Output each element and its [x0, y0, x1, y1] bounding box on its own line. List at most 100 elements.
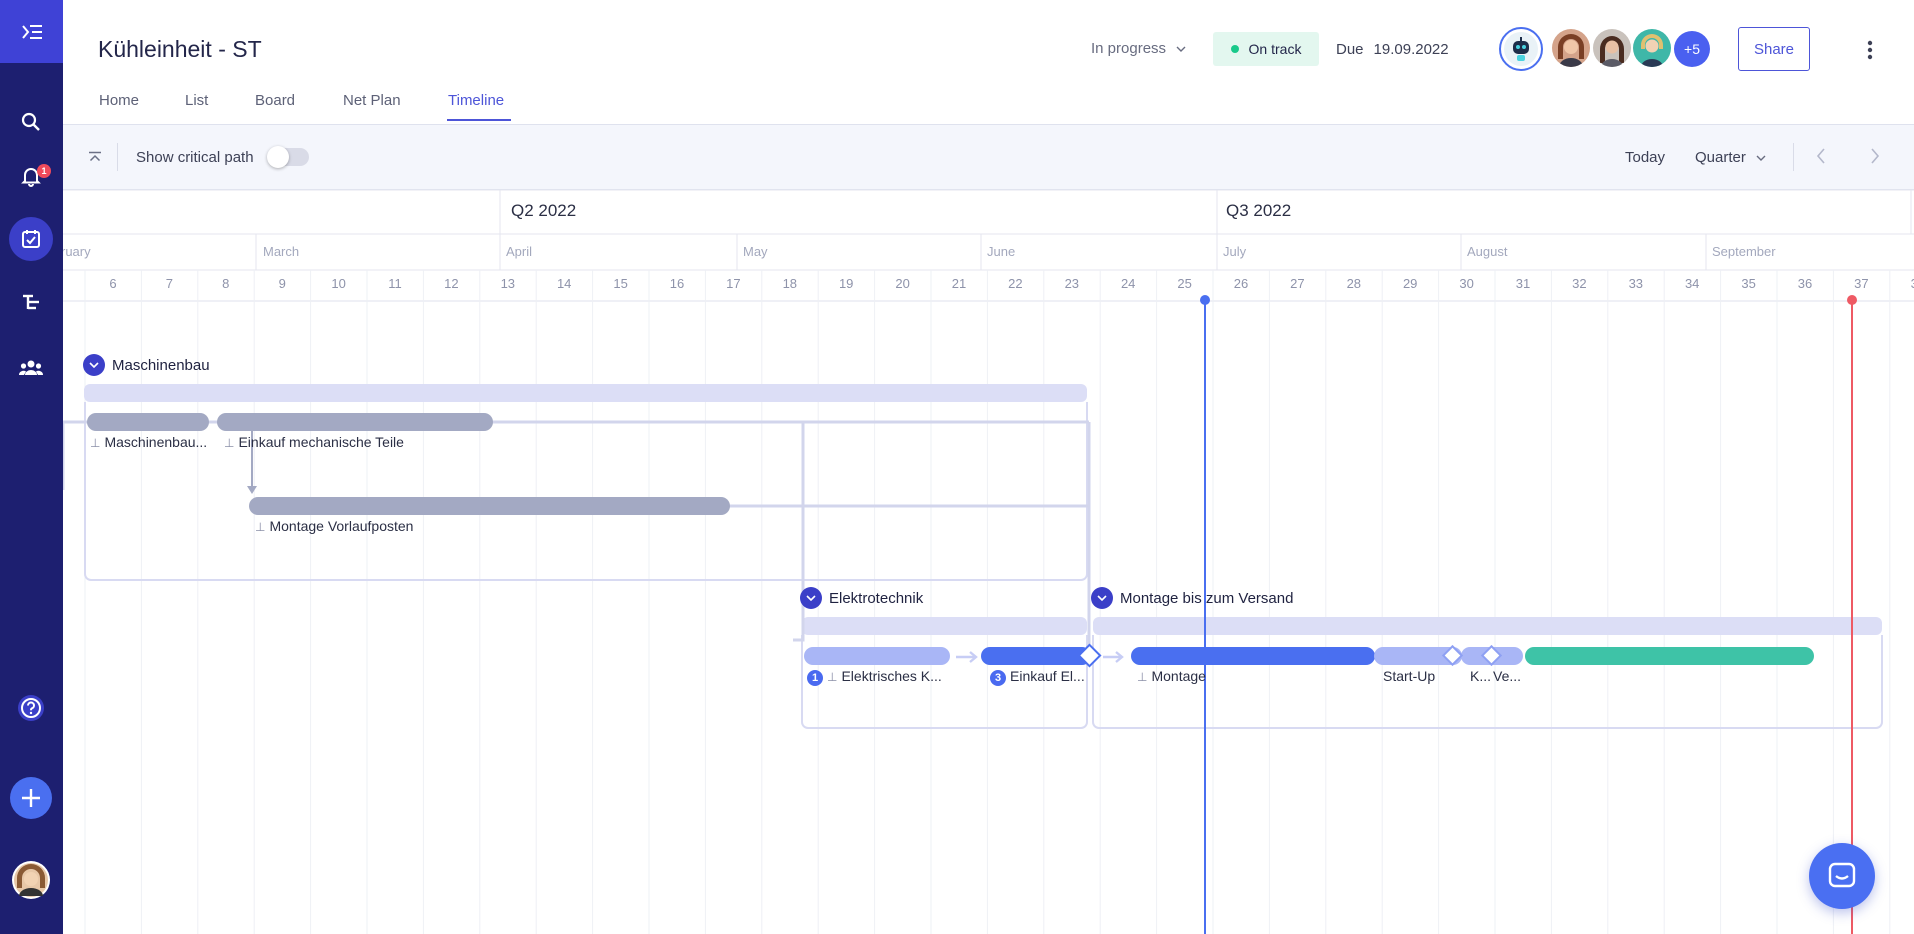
tab-list[interactable]: List	[185, 92, 208, 109]
health-badge[interactable]: On track	[1213, 32, 1319, 66]
week-label: 30	[1459, 276, 1474, 291]
task-label[interactable]: Start-Up	[1383, 668, 1435, 684]
more-options-button[interactable]	[1860, 38, 1880, 62]
week-label: 9	[278, 276, 286, 291]
profile-avatar-icon	[12, 861, 50, 899]
toolbar-divider	[117, 143, 118, 171]
member-avatar[interactable]	[1633, 29, 1671, 67]
collapse-all-button[interactable]	[85, 147, 105, 167]
week-label: 31	[1515, 276, 1531, 291]
timeline-view: Q2 2022 Q3 2022 ruary March April May Ju…	[63, 190, 1914, 934]
zoom-dropdown[interactable]: Quarter	[1695, 149, 1766, 166]
member-photo-icon	[1552, 29, 1590, 67]
chevron-down-icon[interactable]	[800, 587, 822, 609]
task-label[interactable]: ⊥ Montage Vorlaufposten	[255, 518, 413, 534]
pin-icon: ⊥	[90, 436, 101, 450]
week-label: 11	[388, 276, 402, 291]
chevron-down-icon	[1176, 46, 1186, 52]
search-button[interactable]	[9, 100, 53, 144]
user-avatar[interactable]	[9, 858, 53, 902]
week-label: 37	[1854, 276, 1869, 291]
pin-icon: ⊥	[827, 670, 838, 684]
week-label: 34	[1684, 276, 1700, 291]
left-rail: 1	[0, 0, 63, 934]
task-bar	[1131, 647, 1375, 665]
health-label: On track	[1248, 41, 1302, 57]
share-button[interactable]: Share	[1738, 27, 1810, 71]
month-label: September	[1712, 244, 1776, 259]
create-button[interactable]	[9, 776, 53, 820]
week-label: 35	[1741, 276, 1756, 291]
my-tasks-button[interactable]	[9, 217, 53, 261]
toolbar-divider	[1793, 143, 1794, 171]
group-bar-maschinenbau	[84, 384, 1087, 402]
month-label: June	[987, 244, 1016, 259]
group-montage-bis-zum-versand[interactable]: Montage bis zum Versand	[1091, 587, 1293, 609]
week-label: 10	[331, 276, 346, 291]
previous-period-button[interactable]	[1815, 147, 1827, 170]
menu-toggle-button[interactable]	[0, 0, 63, 63]
timeline-toolbar: Show critical path Today Quarter	[63, 125, 1914, 190]
zoom-value: Quarter	[1695, 149, 1746, 166]
group-bar-elektrotechnik	[802, 617, 1087, 635]
week-label: 20	[895, 276, 910, 291]
structure-button[interactable]	[9, 280, 53, 324]
tab-board[interactable]: Board	[255, 92, 295, 109]
week-label: 19	[838, 276, 854, 291]
kebab-menu-icon	[1867, 40, 1873, 60]
more-members-badge[interactable]: +5	[1674, 31, 1710, 67]
task-label[interactable]: 1 ⊥ Elektrisches K...	[807, 668, 942, 686]
week-label: 32	[1572, 276, 1587, 291]
week-label: 27	[1290, 276, 1305, 291]
tab-home[interactable]: Home	[99, 92, 139, 109]
bot-avatar[interactable]	[1499, 27, 1543, 71]
week-label: 21	[951, 276, 967, 291]
week-label: 12	[444, 276, 459, 291]
group-maschinenbau[interactable]: Maschinenbau	[83, 354, 210, 376]
month-label: April	[506, 244, 533, 259]
week-label: 28	[1346, 276, 1362, 291]
task-label[interactable]: K...	[1470, 668, 1491, 684]
chevron-down-icon[interactable]	[1091, 587, 1113, 609]
due-date[interactable]: Due 19.09.2022	[1336, 41, 1449, 58]
week-label: 29	[1402, 276, 1418, 291]
notifications-button[interactable]: 1	[9, 154, 53, 198]
task-label[interactable]: Ve...	[1493, 668, 1521, 684]
tab-net-plan[interactable]: Net Plan	[343, 92, 401, 109]
member-avatar[interactable]	[1552, 29, 1590, 67]
week-label: 14	[556, 276, 572, 291]
member-avatar[interactable]	[1593, 29, 1631, 67]
chevron-down-icon[interactable]	[83, 354, 105, 376]
group-elektrotechnik[interactable]: Elektrotechnik	[800, 587, 923, 609]
calendar-check-icon	[22, 230, 40, 248]
chat-support-button[interactable]	[1809, 843, 1875, 909]
health-dot	[1230, 45, 1239, 53]
next-period-button[interactable]	[1869, 147, 1881, 170]
help-button[interactable]	[9, 686, 53, 730]
quarter-label: Q3 2022	[1226, 201, 1292, 220]
week-label: 15	[613, 276, 628, 291]
tab-timeline[interactable]: Timeline	[448, 92, 504, 109]
count-badge: 1	[807, 670, 823, 686]
member-photo-icon	[1593, 29, 1631, 67]
status-dropdown[interactable]: In progress	[1091, 40, 1186, 57]
team-button[interactable]	[9, 346, 53, 390]
month-label: August	[1467, 244, 1508, 259]
quarter-label: Q2 2022	[511, 201, 577, 220]
task-label[interactable]: ⊥ Einkauf mechanische Teile	[224, 434, 404, 450]
due-label: Due	[1336, 41, 1364, 58]
task-label[interactable]: ⊥ Maschinenbau...	[90, 434, 207, 450]
week-label: 22	[1008, 276, 1023, 291]
month-label: ruary	[63, 244, 91, 259]
month-label: May	[743, 244, 768, 259]
task-label[interactable]: ⊥ Montage	[1137, 668, 1206, 684]
week-label: 17	[726, 276, 741, 291]
today-button[interactable]: Today	[1625, 149, 1665, 166]
week-label: 6	[109, 276, 117, 291]
task-label[interactable]: 3 Einkauf El...	[990, 668, 1085, 686]
week-label: 38	[1908, 276, 1914, 291]
collapse-up-icon	[89, 151, 101, 162]
critical-path-toggle[interactable]	[267, 146, 309, 168]
help-icon	[18, 695, 44, 721]
chat-icon	[1828, 862, 1856, 888]
